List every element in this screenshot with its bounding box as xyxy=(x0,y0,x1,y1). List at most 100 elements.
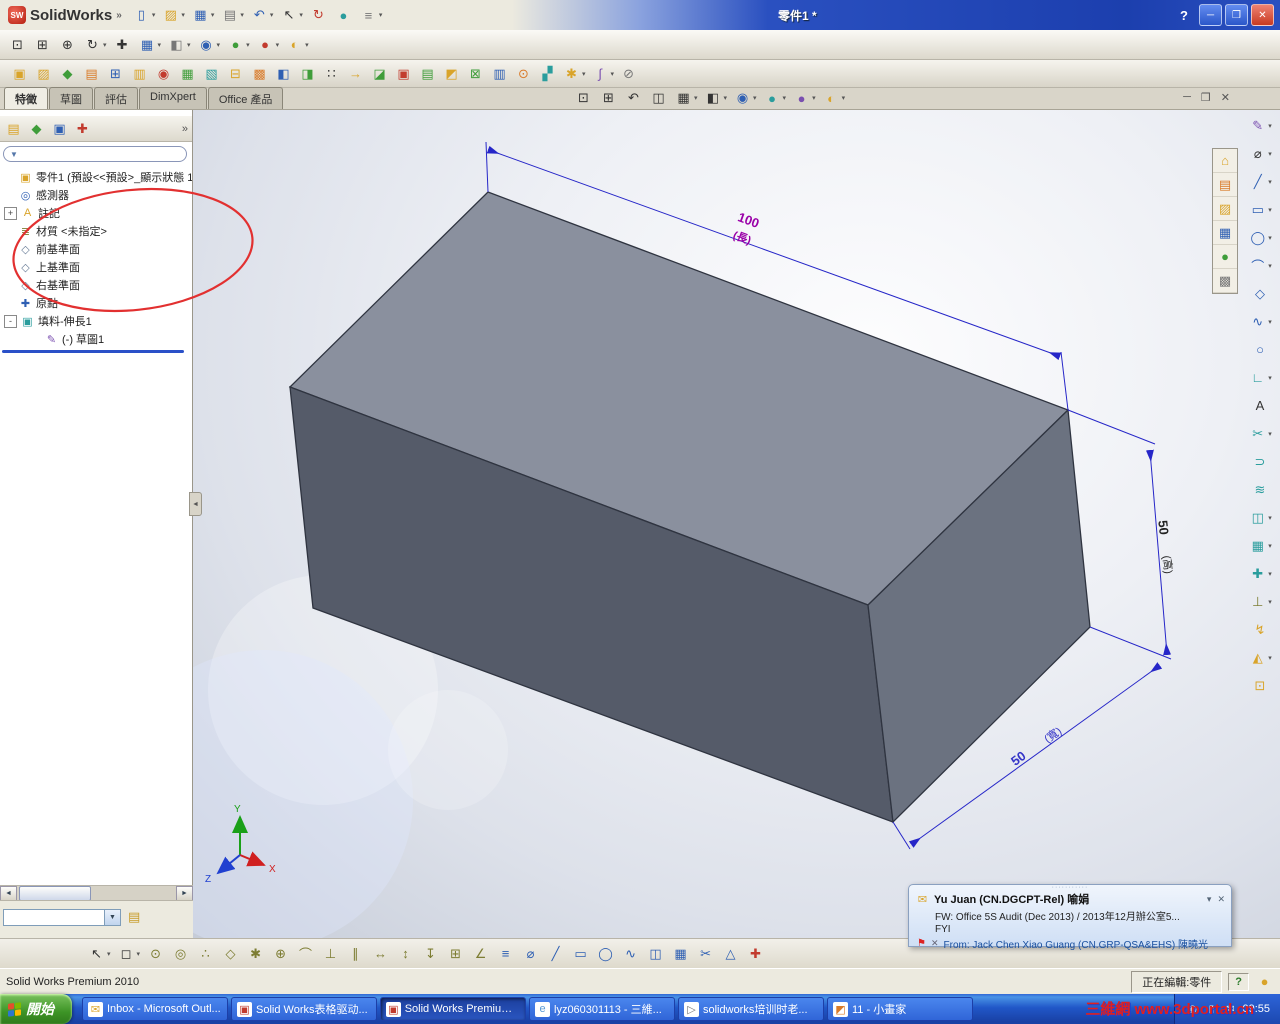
dropdown-caret-icon[interactable]: ▾ xyxy=(1268,598,1272,606)
dropdown-caret-icon[interactable]: ▾ xyxy=(783,94,787,102)
task-paint[interactable]: ◩ 11 - 小畫家 xyxy=(827,997,973,1021)
propertymanager-tab[interactable]: ◆ xyxy=(27,119,46,138)
view-palette-tab[interactable]: ▦ xyxy=(1213,221,1237,245)
dropdown-caret-icon[interactable]: ▾ xyxy=(1268,234,1272,242)
sheet-icon[interactable]: ▤ xyxy=(128,909,140,925)
center-snap[interactable]: ◎ xyxy=(169,943,192,964)
edit-appearance-button[interactable]: ● ▾ xyxy=(224,34,252,55)
dropdown-caret-icon[interactable]: ▾ xyxy=(1268,206,1272,214)
save-button[interactable]: ▦ ▾ xyxy=(189,5,217,26)
perpendicular-snap[interactable]: ⊥ xyxy=(319,943,342,964)
dropdown-caret-icon[interactable]: ▾ xyxy=(694,94,698,102)
task-solidworks-table[interactable]: ▣ Solid Works表格驱动... xyxy=(231,997,377,1021)
panel-splitter-handle[interactable]: ◄ xyxy=(189,492,202,516)
dropdown-caret-icon[interactable]: ▾ xyxy=(276,41,280,49)
dropdown-caret-icon[interactable]: ▾ xyxy=(379,11,383,19)
open-document-button[interactable]: ▨ ▾ xyxy=(159,5,187,26)
selection-arrow-tool[interactable]: ↖ ▾ xyxy=(85,943,113,964)
tree-expand-toggle[interactable] xyxy=(4,226,15,237)
arc-tool[interactable]: ⌒ ▾ xyxy=(1248,252,1272,279)
dimension-length-value[interactable]: 100 xyxy=(736,209,762,231)
macro-tool-1[interactable]: ▣ xyxy=(8,63,31,84)
start-button[interactable]: 開始 xyxy=(0,994,72,1024)
scroll-right-icon[interactable]: ► xyxy=(176,885,193,901)
hud-view-settings[interactable]: ◐ ▾ xyxy=(820,88,848,109)
dropdown-caret-icon[interactable]: ▾ xyxy=(246,41,250,49)
minimize-button[interactable]: ─ xyxy=(1199,4,1222,26)
origin-toggle[interactable]: ✚ xyxy=(744,943,767,964)
fillet-tool[interactable]: ∟ ▾ xyxy=(1248,364,1272,391)
graphics-area[interactable]: 100 (長) 50 (高) 50 (寬) Y X Z xyxy=(113,110,1280,950)
macro-tool-9[interactable]: ▧ xyxy=(200,63,223,84)
email-alert-popup[interactable]: ··········· ✉ Yu Juan (CN.DGCPT-Rel) 喻娟 … xyxy=(908,884,1232,951)
tab-dimxpert[interactable]: DimXpert xyxy=(139,87,207,109)
tree-expand-toggle[interactable] xyxy=(4,298,15,309)
tree-expand-toggle[interactable] xyxy=(30,334,41,345)
document-minimize-button[interactable]: ─ xyxy=(1183,91,1191,104)
polygon-tool[interactable]: ◇ xyxy=(1251,280,1270,307)
view-settings-button[interactable]: ◐ ▾ xyxy=(283,34,311,55)
dimxpertmanager-tab[interactable]: ✚ xyxy=(73,119,92,138)
mirror-entities-tool[interactable]: ◫ ▾ xyxy=(1248,504,1272,531)
length-snap[interactable]: ↧ xyxy=(419,943,442,964)
dropdown-caret-icon[interactable]: ▾ xyxy=(103,41,107,49)
tangent-snap[interactable]: ⌒ xyxy=(294,943,317,964)
macro-tool-8[interactable]: ▦ xyxy=(176,63,199,84)
ellipse-tool[interactable]: ○ xyxy=(1251,336,1270,363)
tree-item-origin[interactable]: ✚ 原點 xyxy=(0,294,192,312)
parallel-snap[interactable]: ∥ xyxy=(344,943,367,964)
move-entities-tool[interactable]: ✚ ▾ xyxy=(1248,560,1271,587)
macro-tool-4[interactable]: ▤ xyxy=(80,63,103,84)
tree-expand-toggle[interactable] xyxy=(4,190,15,201)
print-button[interactable]: ▤ ▾ xyxy=(218,5,246,26)
dropdown-caret-icon[interactable]: ▾ xyxy=(1268,122,1272,130)
midpoint-snap[interactable]: ∴ xyxy=(194,943,217,964)
hud-display-style[interactable]: ◧ ▾ xyxy=(702,88,730,109)
macro-tool-12[interactable]: ◧ xyxy=(272,63,295,84)
macro-tool-13[interactable]: ◨ xyxy=(296,63,319,84)
spline-snap[interactable]: ∿ xyxy=(619,943,642,964)
rapid-sketch-tool[interactable]: ⊡ xyxy=(1251,672,1270,699)
tree-expand-toggle[interactable] xyxy=(4,280,15,291)
dropdown-caret-icon[interactable]: ▾ xyxy=(152,11,156,19)
restore-button[interactable]: ❒ xyxy=(1225,4,1248,26)
tree-expand-toggle[interactable]: - xyxy=(4,314,17,328)
dropdown-caret-icon[interactable]: ▾ xyxy=(611,70,615,78)
nearest-snap[interactable]: ⊕ xyxy=(269,943,292,964)
macro-tool-22[interactable]: ⊙ xyxy=(512,63,535,84)
dropdown-caret-icon[interactable]: ▾ xyxy=(158,41,162,49)
featuremanager-tab[interactable]: ▤ xyxy=(4,119,23,138)
macro-tool-7[interactable]: ◉ xyxy=(152,63,175,84)
vertical-snap[interactable]: ↕ xyxy=(394,943,417,964)
dropdown-caret-icon[interactable]: ▾ xyxy=(1268,374,1272,382)
dropdown-caret-icon[interactable]: ▾ xyxy=(1268,514,1272,522)
dropdown-caret-icon[interactable]: ▾ xyxy=(187,41,191,49)
dropdown-caret-icon[interactable]: ▾ xyxy=(217,41,221,49)
dropdown-caret-icon[interactable]: ▾ xyxy=(1268,654,1272,662)
macro-tool-6[interactable]: ▥ xyxy=(128,63,151,84)
apply-scene-button[interactable]: ● ▾ xyxy=(254,34,282,55)
dropdown-caret-icon[interactable]: ▾ xyxy=(724,94,728,102)
pattern-snap[interactable]: ▦ xyxy=(669,943,692,964)
help-button[interactable]: ? xyxy=(1180,8,1188,23)
intersection-snap[interactable]: ✱ xyxy=(244,943,267,964)
tree-item-sensors[interactable]: ◎ 感測器 xyxy=(0,186,192,204)
select-button[interactable]: ↖ ▾ xyxy=(277,5,305,26)
display-pane-combo[interactable]: ▼ xyxy=(3,909,121,926)
tree-item-material[interactable]: ≣ 材質 <未指定> xyxy=(0,222,192,240)
mirror-snap[interactable]: ◫ xyxy=(644,943,667,964)
macro-tool-10[interactable]: ⊟ xyxy=(224,63,247,84)
tab-sketch[interactable]: 草圖 xyxy=(49,87,93,109)
scrollbar-thumb[interactable] xyxy=(19,885,91,901)
display-style-button[interactable]: ◧ ▾ xyxy=(165,34,193,55)
spline-tool[interactable]: ∿ ▾ xyxy=(1248,308,1271,335)
panel-horizontal-scrollbar[interactable]: ◄ ► xyxy=(0,885,193,901)
hud-edit-appearance[interactable]: ● ▾ xyxy=(761,88,789,109)
tree-item-front-plane[interactable]: ◇ 前基準面 xyxy=(0,240,192,258)
macro-tool-2[interactable]: ▨ xyxy=(32,63,55,84)
task-solidworks-premium[interactable]: ▣ Solid Works Premium ... xyxy=(380,997,526,1021)
email-from-line[interactable]: From: Jack Chen Xiao Guang (CN.GRP-QSA&E… xyxy=(944,936,1209,951)
document-restore-button[interactable]: ❒ xyxy=(1201,91,1211,104)
status-help-icon[interactable]: ? xyxy=(1228,972,1249,991)
dropdown-caret-icon[interactable]: ▾ xyxy=(582,70,586,78)
